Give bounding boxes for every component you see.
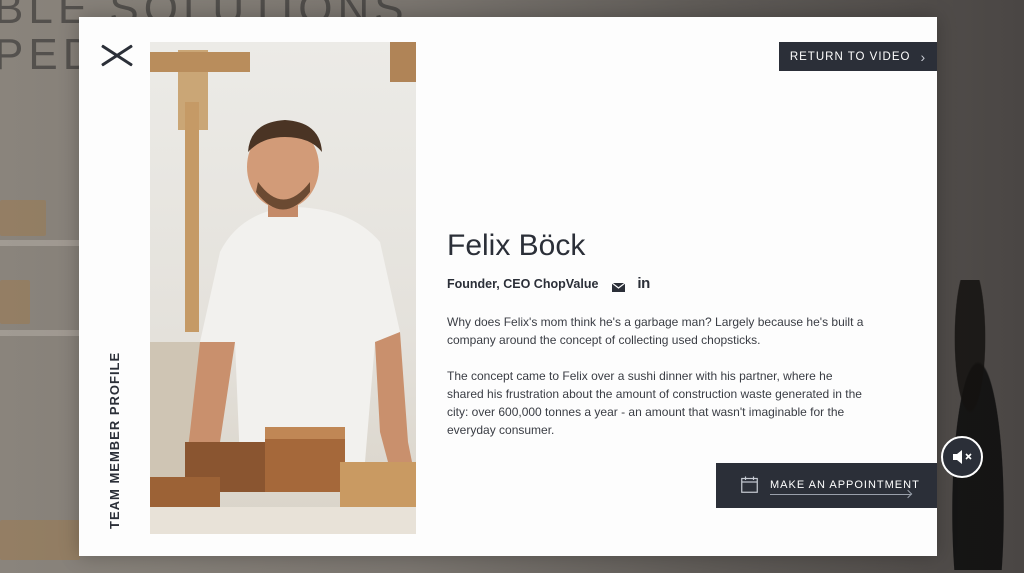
make-appointment-label: MAKE AN APPOINTMENT <box>770 479 920 491</box>
linkedin-icon[interactable]: in <box>637 275 650 292</box>
background-block <box>0 520 80 560</box>
profile-photo <box>150 42 416 534</box>
return-to-video-label: RETURN TO VIDEO <box>789 50 911 63</box>
team-member-modal: TEAM MEMBER PROFILE RETURN TO VIDEO › Fe… <box>79 17 937 556</box>
calendar-icon <box>741 476 758 493</box>
mute-toggle-button[interactable] <box>941 436 983 478</box>
profile-role: Founder, CEO ChopValue <box>447 276 599 291</box>
chevron-right-icon: › <box>920 48 927 65</box>
profile-role-row: Founder, CEO ChopValue in <box>447 275 650 292</box>
background-block <box>0 200 46 236</box>
background-shelf <box>0 240 80 246</box>
team-member-profile-label: TEAM MEMBER PROFILE <box>107 351 122 529</box>
background-shelf <box>0 330 80 336</box>
return-to-video-button[interactable]: RETURN TO VIDEO › <box>779 42 937 71</box>
profile-bio: Why does Felix's mom think he's a garbag… <box>447 313 867 457</box>
background-person <box>938 280 1018 570</box>
speaker-muted-icon <box>953 450 972 464</box>
bio-paragraph-2: The concept came to Felix over a sushi d… <box>447 369 862 437</box>
background-block <box>0 280 30 324</box>
close-icon[interactable] <box>97 41 135 71</box>
bio-paragraph-1: Why does Felix's mom think he's a garbag… <box>447 315 864 347</box>
make-appointment-button[interactable]: MAKE AN APPOINTMENT <box>716 463 937 508</box>
arrow-right-icon <box>770 494 911 495</box>
profile-name: Felix Böck <box>447 229 586 262</box>
envelope-icon[interactable] <box>612 279 626 292</box>
